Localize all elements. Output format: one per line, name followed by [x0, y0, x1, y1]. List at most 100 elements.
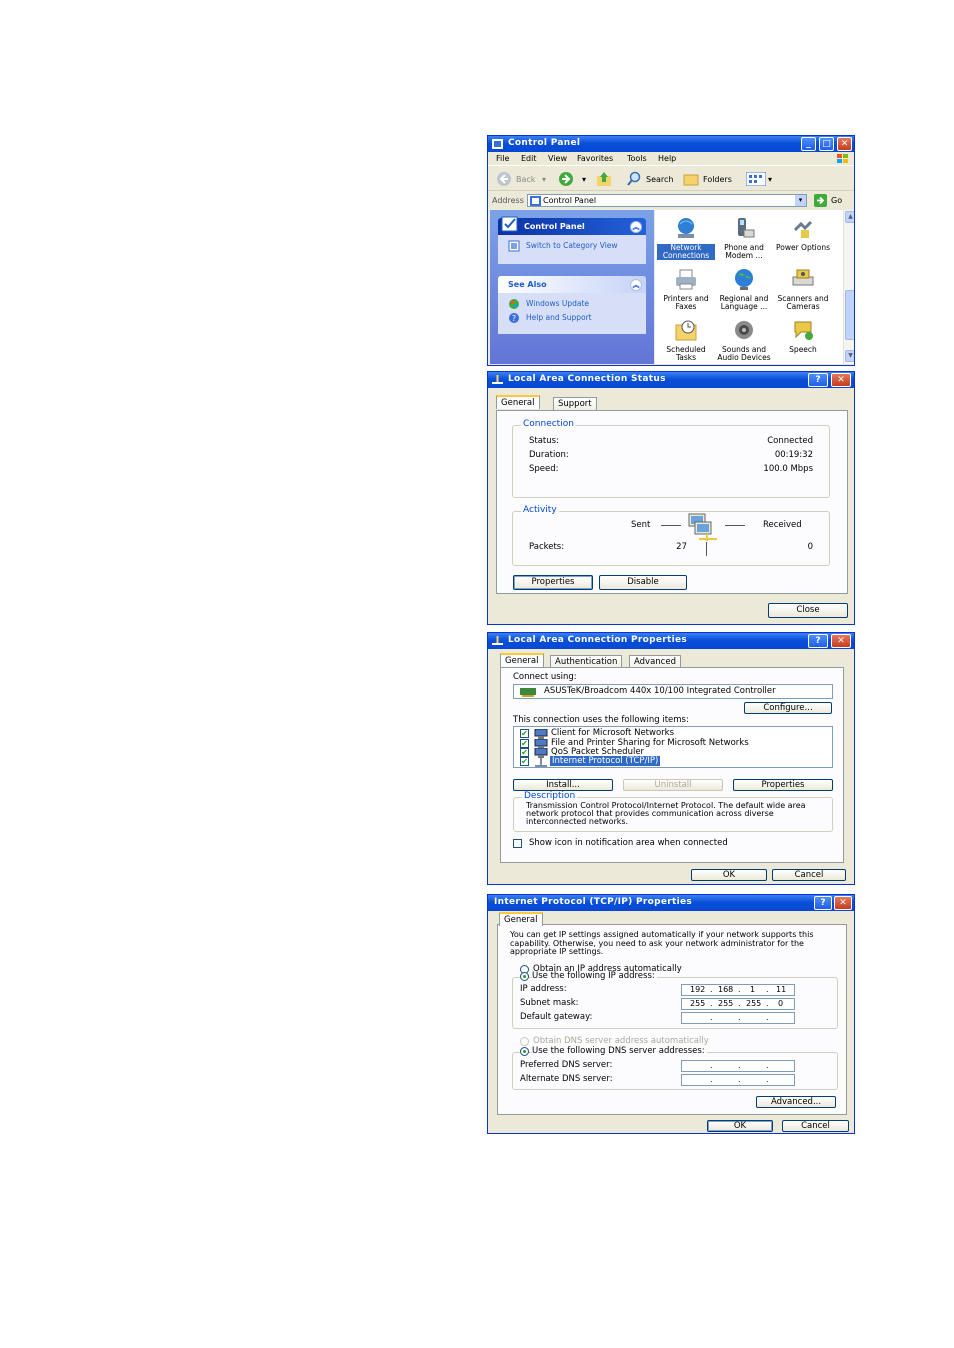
- ip-address-group: Use the following IP address: IP address…: [512, 971, 838, 1029]
- tab-general[interactable]: General: [500, 653, 544, 667]
- close-button[interactable]: ✕: [834, 896, 852, 910]
- network-adapter-icon: [520, 688, 536, 697]
- use-ip-radio[interactable]: [520, 972, 529, 981]
- see-also-title: See Also: [508, 280, 547, 289]
- item-properties-button[interactable]: Properties: [733, 779, 833, 791]
- close-button[interactable]: ✕: [837, 137, 852, 151]
- switch-view-link[interactable]: Switch to Category View: [498, 235, 646, 252]
- component-checkbox[interactable]: ✔: [520, 748, 529, 757]
- control-panel-task-header[interactable]: Control Panel ︽: [498, 216, 646, 235]
- network-connections-item[interactable]: Network Connections: [657, 216, 715, 260]
- folders-button-label[interactable]: Folders: [703, 175, 732, 184]
- address-input[interactable]: Control Panel ▾: [527, 194, 807, 207]
- close-dialog-button[interactable]: Close: [768, 603, 848, 618]
- properties-button[interactable]: Properties: [513, 575, 593, 590]
- use-dns-radio[interactable]: [520, 1047, 529, 1056]
- ok-button[interactable]: OK: [707, 1120, 773, 1132]
- search-icon[interactable]: [626, 171, 642, 187]
- help-support-label: Help and Support: [526, 313, 592, 322]
- scroll-thumb[interactable]: [845, 290, 854, 340]
- folders-icon[interactable]: [683, 171, 699, 187]
- status-titlebar[interactable]: Local Area Connection Status ? ✕: [488, 372, 854, 388]
- menu-edit[interactable]: Edit: [521, 154, 537, 163]
- address-dropdown-icon[interactable]: ▾: [795, 195, 806, 206]
- maximize-button[interactable]: □: [819, 137, 834, 151]
- phone-modem-label: Phone and Modem ...: [724, 243, 764, 260]
- menu-file[interactable]: File: [496, 154, 509, 163]
- views-icon[interactable]: [746, 172, 766, 186]
- mask-octet-2: 255: [718, 999, 734, 1008]
- tab-general[interactable]: General: [499, 912, 543, 926]
- help-support-link[interactable]: ? Help and Support: [498, 310, 646, 324]
- menu-bar: File Edit View Favorites Tools Help: [488, 152, 854, 166]
- see-also-header[interactable]: See Also ︽: [498, 276, 646, 293]
- activity-group: Activity Sent Received Packets: 27 0: [512, 505, 830, 566]
- scroll-down-icon[interactable]: ▼: [845, 350, 854, 362]
- back-arrow-icon[interactable]: [496, 171, 512, 187]
- menu-tools[interactable]: Tools: [627, 154, 647, 163]
- back-dropdown-icon[interactable]: ▾: [542, 175, 546, 184]
- go-button-label[interactable]: Go: [831, 196, 842, 205]
- back-button-label[interactable]: Back: [516, 175, 535, 184]
- scanners-cameras-item[interactable]: Scanners and Cameras: [774, 267, 832, 311]
- packets-received-value: 0: [807, 542, 813, 552]
- close-button[interactable]: ✕: [831, 634, 851, 648]
- control-panel-titlebar[interactable]: Control Panel _ □ ✕: [488, 136, 854, 152]
- toolbar: Back ▾ ▾ Search Folders ▾: [488, 167, 854, 191]
- forward-arrow-icon[interactable]: [558, 171, 574, 187]
- search-button-label[interactable]: Search: [646, 175, 673, 184]
- views-dropdown-icon[interactable]: ▾: [768, 175, 772, 184]
- menu-favorites[interactable]: Favorites: [577, 154, 613, 163]
- configure-button[interactable]: Configure...: [744, 702, 832, 714]
- menu-view[interactable]: View: [548, 154, 567, 163]
- vertical-scrollbar[interactable]: ▲ ▼: [843, 210, 854, 364]
- component-checkbox[interactable]: ✔: [520, 757, 529, 766]
- ip-address-input[interactable]: 192 . 168 . 1 . 11: [681, 984, 795, 996]
- component-checkbox[interactable]: ✔: [520, 739, 529, 748]
- menu-help[interactable]: Help: [658, 154, 676, 163]
- help-button[interactable]: ?: [814, 896, 832, 910]
- scheduled-tasks-item[interactable]: Scheduled Tasks: [657, 318, 715, 362]
- tab-general[interactable]: General: [496, 395, 540, 409]
- cancel-button[interactable]: Cancel: [782, 1120, 849, 1132]
- tcpip-titlebar[interactable]: Internet Protocol (TCP/IP) Properties ? …: [488, 895, 854, 911]
- subnet-mask-input[interactable]: 255 . 255 . 255 . 0: [681, 998, 795, 1010]
- collapse-chevron-icon[interactable]: ︽: [630, 221, 642, 233]
- sounds-audio-item[interactable]: Sounds and Audio Devices: [715, 318, 773, 362]
- show-icon-checkbox[interactable]: ✔: [513, 839, 522, 848]
- advanced-button[interactable]: Advanced...: [756, 1096, 836, 1108]
- forward-dropdown-icon[interactable]: ▾: [582, 175, 586, 184]
- windows-update-link[interactable]: Windows Update: [498, 293, 646, 310]
- activity-divider: [706, 542, 707, 556]
- status-label: Status:: [529, 436, 559, 446]
- printers-faxes-label: Printers and Faxes: [663, 294, 709, 311]
- window-title: Internet Protocol (TCP/IP) Properties: [494, 897, 693, 907]
- go-arrow-icon[interactable]: [814, 194, 827, 207]
- minimize-button[interactable]: _: [801, 137, 816, 151]
- alternate-dns-input[interactable]: . . .: [681, 1074, 795, 1086]
- properties-titlebar[interactable]: Local Area Connection Properties ? ✕: [488, 633, 854, 649]
- power-options-item[interactable]: Power Options: [774, 216, 832, 252]
- dns-group: Use the following DNS server addresses: …: [512, 1046, 838, 1090]
- disable-button[interactable]: Disable: [599, 575, 687, 590]
- default-gateway-input[interactable]: . . .: [681, 1012, 795, 1024]
- cancel-button[interactable]: Cancel: [772, 869, 846, 881]
- help-button[interactable]: ?: [808, 373, 828, 387]
- tab-support[interactable]: Support: [553, 397, 597, 410]
- close-button[interactable]: ✕: [831, 373, 851, 387]
- up-folder-icon[interactable]: [596, 171, 612, 187]
- printers-faxes-item[interactable]: Printers and Faxes: [657, 267, 715, 311]
- help-button[interactable]: ?: [808, 634, 828, 648]
- install-button[interactable]: Install...: [513, 779, 613, 791]
- scroll-up-icon[interactable]: ▲: [845, 211, 854, 223]
- ok-button[interactable]: OK: [691, 869, 767, 881]
- tcpip-protocol-icon: [535, 758, 547, 767]
- regional-language-item[interactable]: Regional and Language ...: [715, 267, 773, 311]
- component-checkbox[interactable]: ✔: [520, 729, 529, 738]
- speech-item[interactable]: Speech: [774, 318, 832, 354]
- help-icon: ?: [509, 313, 519, 323]
- collapse-chevron-icon[interactable]: ︽: [630, 279, 642, 291]
- network-connection-icon: [492, 636, 503, 645]
- preferred-dns-input[interactable]: . . .: [681, 1060, 795, 1072]
- phone-modem-item[interactable]: Phone and Modem ...: [715, 216, 773, 260]
